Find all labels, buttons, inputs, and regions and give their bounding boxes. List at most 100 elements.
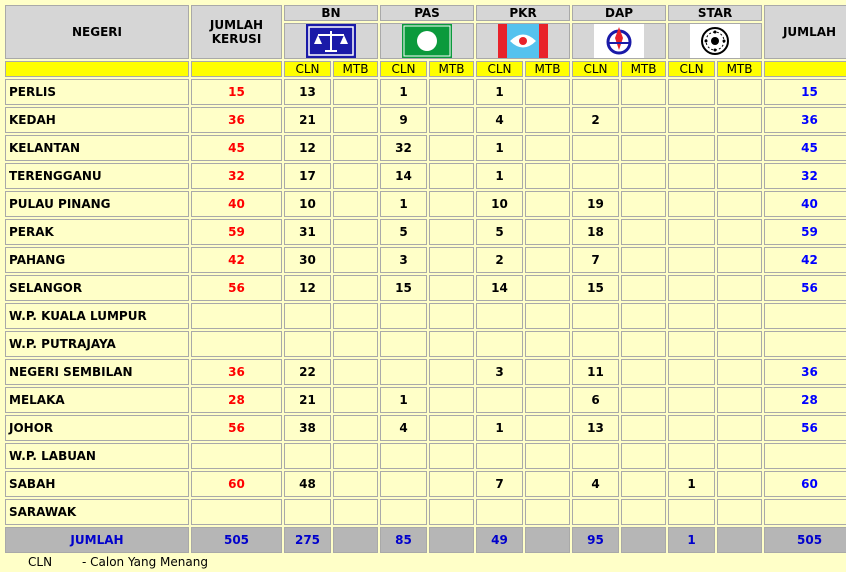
star-cln <box>668 247 716 273</box>
pas-mtb-header: MTB <box>429 61 475 77</box>
pkr-cln: 1 <box>476 79 524 105</box>
table-row: W.P. PUTRAJAYA <box>5 331 846 357</box>
dap-mtb <box>621 499 667 525</box>
row-total <box>764 443 846 469</box>
bn-mtb <box>333 247 379 273</box>
pas-cln: 5 <box>380 219 428 245</box>
pas-cln <box>380 471 428 497</box>
state-name: NEGERI SEMBILAN <box>5 359 189 385</box>
pkr-cln: 10 <box>476 191 524 217</box>
state-name: TERENGGANU <box>5 163 189 189</box>
state-name: SARAWAK <box>5 499 189 525</box>
bn-cln <box>284 499 331 525</box>
bn-cln-header: CLN <box>284 61 331 77</box>
pas-cln: 32 <box>380 135 428 161</box>
totals-dap-cln: 95 <box>572 527 620 553</box>
bn-cln: 12 <box>284 275 331 301</box>
state-name: W.P. KUALA LUMPUR <box>5 303 189 329</box>
pas-cln <box>380 499 428 525</box>
dap-cln-header: CLN <box>572 61 620 77</box>
star-mtb <box>717 303 763 329</box>
bn-cln: 30 <box>284 247 331 273</box>
bn-cln <box>284 331 331 357</box>
row-total: 45 <box>764 135 846 161</box>
pas-mtb <box>429 247 475 273</box>
pas-mtb <box>429 471 475 497</box>
pkr-mtb <box>525 219 571 245</box>
dap-mtb-header: MTB <box>621 61 667 77</box>
bn-cln: 31 <box>284 219 331 245</box>
totals-seats: 505 <box>191 527 282 553</box>
row-total: 56 <box>764 415 846 441</box>
bn-mtb <box>333 219 379 245</box>
election-results-table: NEGERI JUMLAH KERUSI BN PAS PKR DAP STAR… <box>3 3 846 555</box>
dap-cln <box>572 135 620 161</box>
dap-mtb <box>621 79 667 105</box>
dap-mtb <box>621 107 667 133</box>
row-total: 32 <box>764 163 846 189</box>
dap-mtb <box>621 471 667 497</box>
bn-cln <box>284 443 331 469</box>
dap-mtb <box>621 331 667 357</box>
bn-mtb <box>333 163 379 189</box>
star-mtb <box>717 107 763 133</box>
results-body: PERLIS 15 13 1 1 15 KEDAH 36 21 9 4 2 36 KELANTAN 45 12… <box>5 79 846 525</box>
table-row: SELANGOR 56 12 15 14 15 56 <box>5 275 846 301</box>
seats-count: 42 <box>191 247 282 273</box>
bn-mtb <box>333 107 379 133</box>
star-cln <box>668 107 716 133</box>
dap-cln <box>572 163 620 189</box>
pkr-cln-header: CLN <box>476 61 524 77</box>
pkr-mtb <box>525 471 571 497</box>
star-cln <box>668 331 716 357</box>
star-mtb <box>717 499 763 525</box>
row-total <box>764 303 846 329</box>
pkr-cln: 4 <box>476 107 524 133</box>
results-table-wrapper: NEGERI JUMLAH KERUSI BN PAS PKR DAP STAR… <box>3 3 846 555</box>
pkr-mtb <box>525 247 571 273</box>
pkr-cln <box>476 499 524 525</box>
pkr-mtb <box>525 191 571 217</box>
seats-count <box>191 499 282 525</box>
pas-mtb <box>429 219 475 245</box>
state-name: KELANTAN <box>5 135 189 161</box>
row-total: 36 <box>764 107 846 133</box>
star-cln <box>668 275 716 301</box>
pas-mtb <box>429 135 475 161</box>
footnote: CLN - Calon Yang Menang <box>28 555 208 569</box>
pkr-cln: 7 <box>476 471 524 497</box>
star-cln <box>668 163 716 189</box>
pkr-mtb <box>525 79 571 105</box>
bn-cln <box>284 303 331 329</box>
table-row: KEDAH 36 21 9 4 2 36 <box>5 107 846 133</box>
pkr-mtb <box>525 359 571 385</box>
row-total: 59 <box>764 219 846 245</box>
state-name: SELANGOR <box>5 275 189 301</box>
table-row: PERAK 59 31 5 5 18 59 <box>5 219 846 245</box>
totals-pas-cln: 85 <box>380 527 428 553</box>
star-cln <box>668 359 716 385</box>
pas-mtb <box>429 415 475 441</box>
dap-cln: 2 <box>572 107 620 133</box>
party-header-dap: DAP <box>572 5 667 21</box>
dap-mtb <box>621 191 667 217</box>
party-header-star: STAR <box>668 5 763 21</box>
star-cln <box>668 135 716 161</box>
bn-mtb <box>333 135 379 161</box>
bn-mtb <box>333 303 379 329</box>
row-total <box>764 499 846 525</box>
pas-cln <box>380 331 428 357</box>
party-header-pkr: PKR <box>476 5 571 21</box>
star-mtb <box>717 443 763 469</box>
table-row: W.P. LABUAN <box>5 443 846 469</box>
star-mtb <box>717 275 763 301</box>
seats-count: 28 <box>191 387 282 413</box>
star-mtb <box>717 471 763 497</box>
totals-star-mtb <box>717 527 763 553</box>
pas-cln: 3 <box>380 247 428 273</box>
bn-mtb <box>333 415 379 441</box>
table-row: TERENGGANU 32 17 14 1 32 <box>5 163 846 189</box>
star-cln <box>668 219 716 245</box>
bn-mtb <box>333 471 379 497</box>
seats-count: 56 <box>191 415 282 441</box>
